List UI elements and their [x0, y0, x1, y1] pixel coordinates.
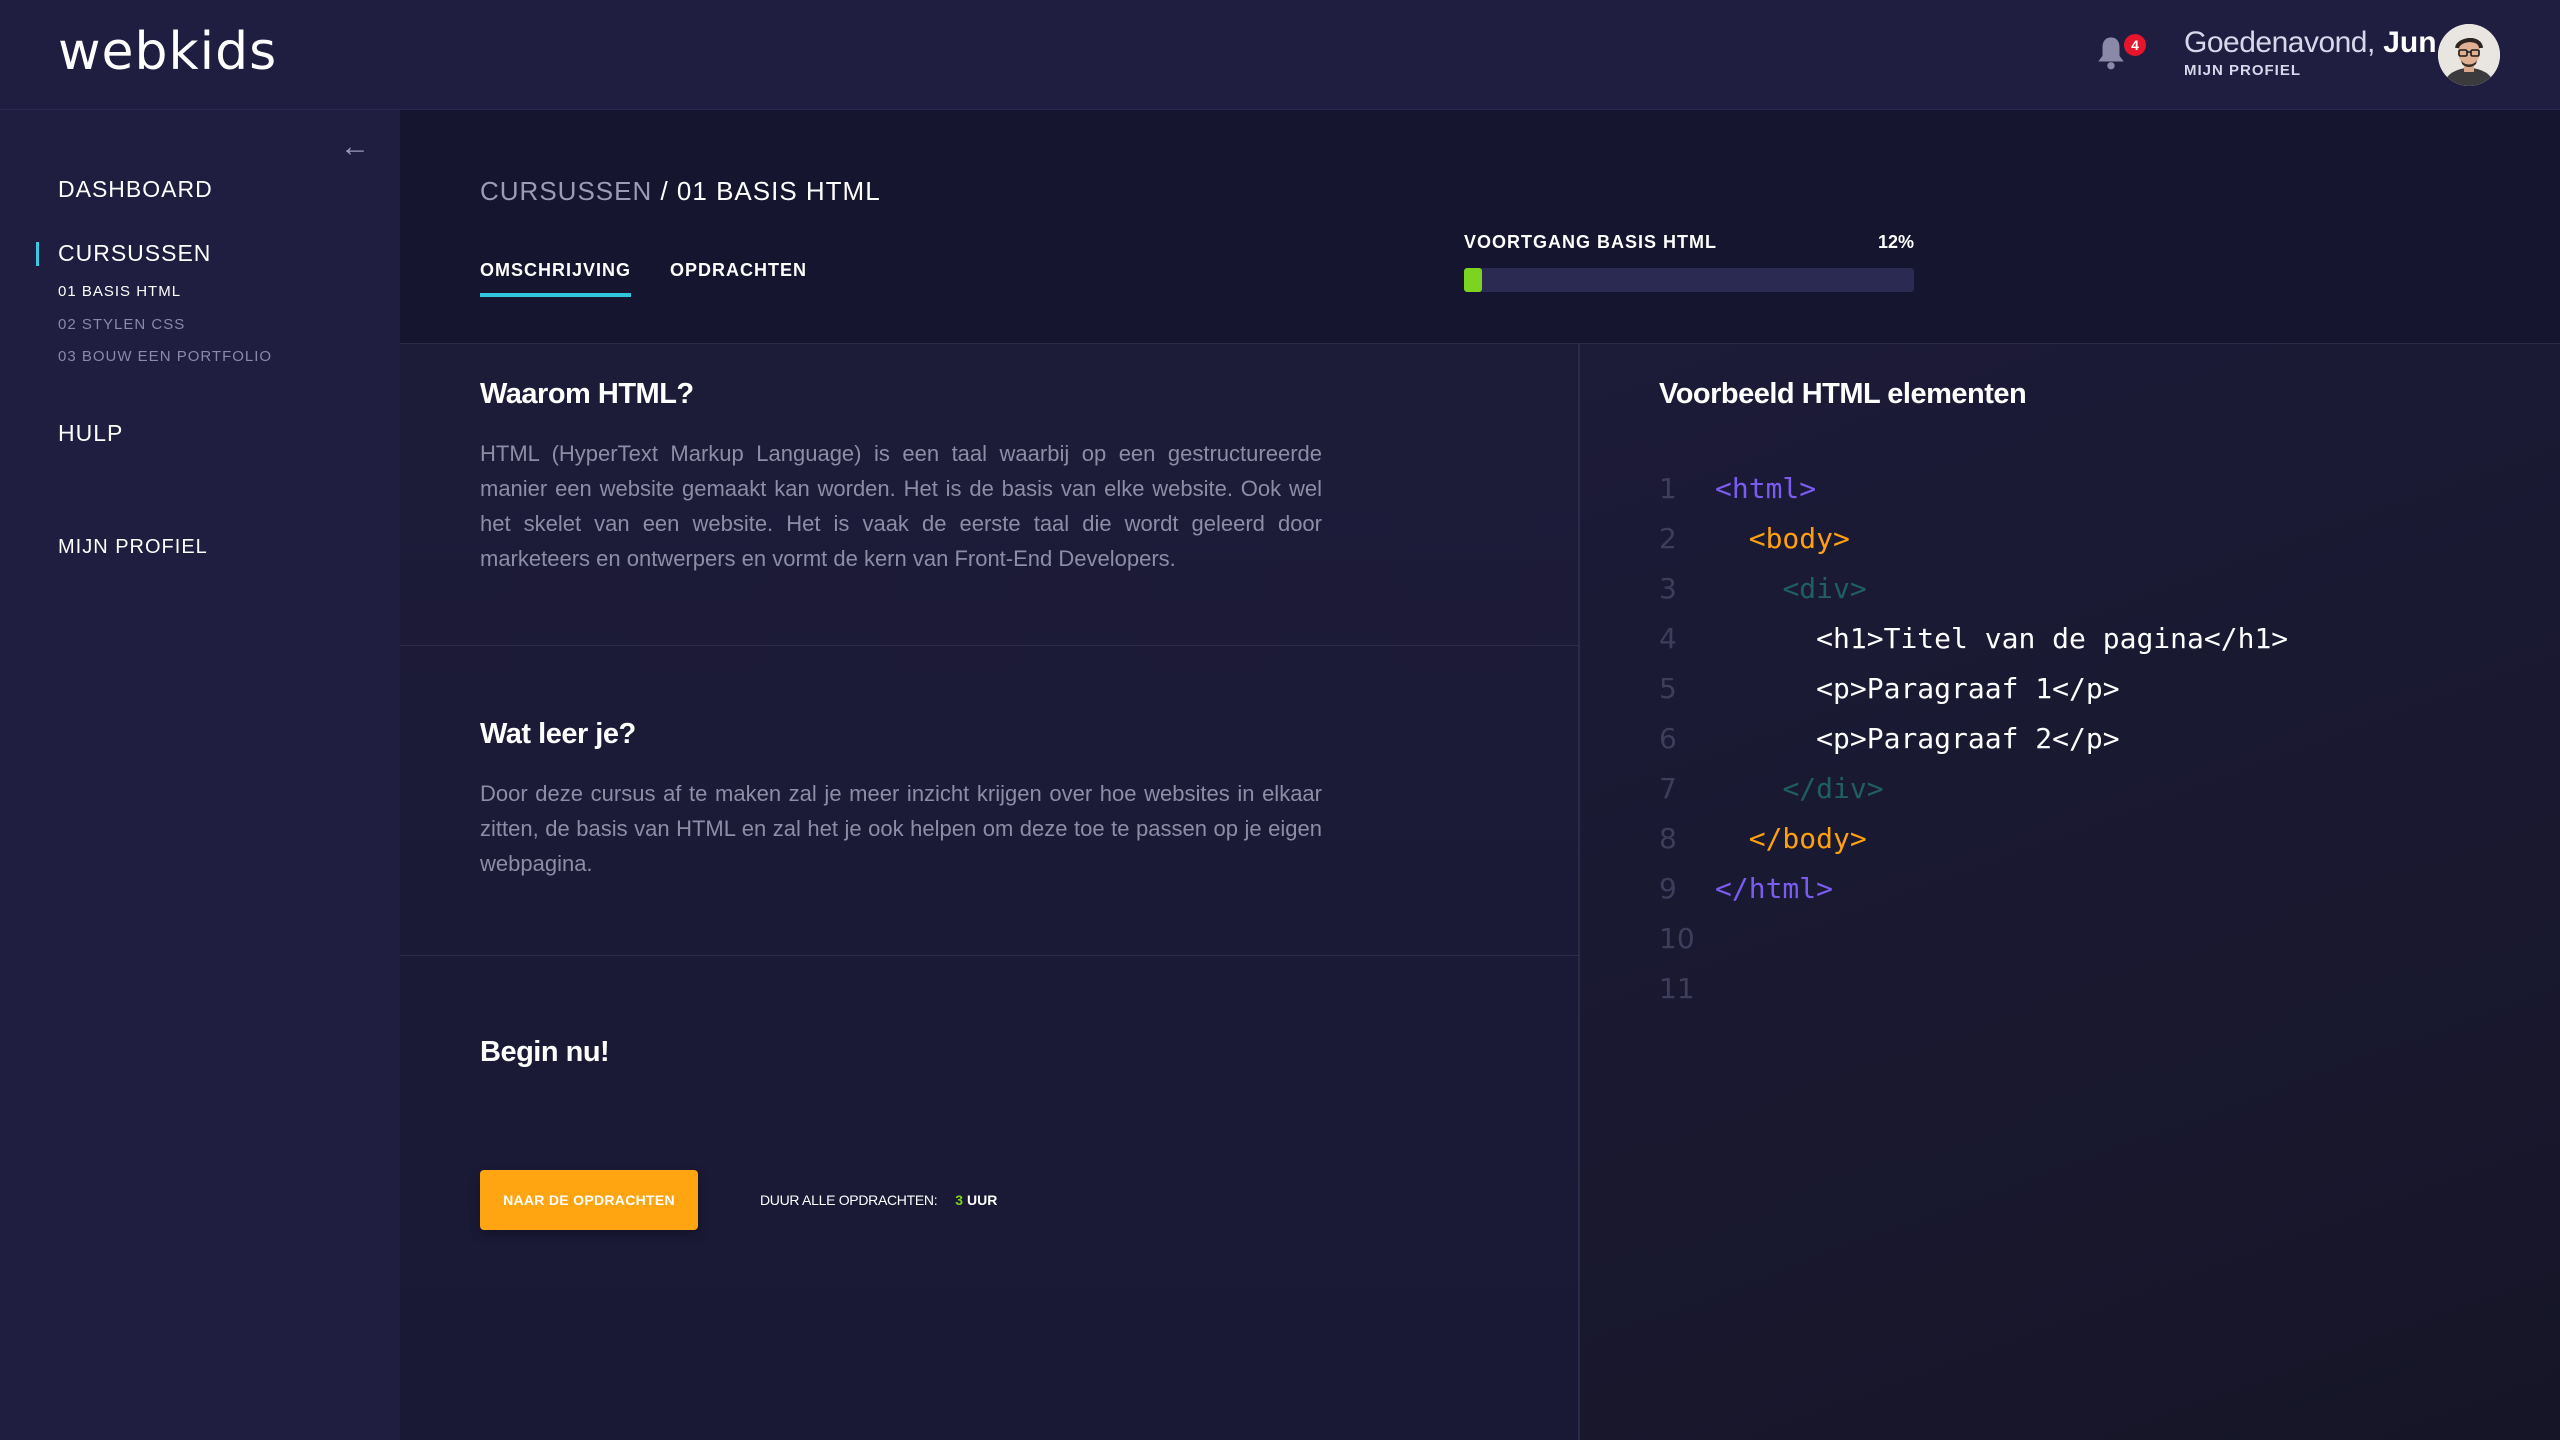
section-title: Wat leer je? — [480, 718, 636, 750]
sidebar-subitem-stylen-css[interactable]: 02 STYLEN CSS — [58, 316, 185, 333]
code-panel-title: Voorbeeld HTML elementen — [1659, 378, 2027, 410]
section-begin-nu: Begin nu! NAAR DE OPDRACHTEN DUUR ALLE O… — [400, 956, 1580, 1440]
section-title: Waarom HTML? — [480, 378, 694, 410]
section-title: Begin nu! — [480, 1036, 610, 1068]
progress-bar — [1464, 268, 1914, 292]
line-number: 6 — [1659, 722, 1677, 755]
breadcrumb-separator: / — [652, 176, 677, 206]
section-wat-leer-je: Wat leer je? Door deze cursus af te make… — [400, 646, 1580, 956]
code-text: <p>Paragraaf 1</p> — [1816, 672, 2120, 705]
course-description: Waarom HTML? HTML (HyperText Markup Lang… — [400, 344, 1580, 1440]
section-waarom-html: Waarom HTML? HTML (HyperText Markup Lang… — [400, 344, 1580, 646]
notification-bell-icon[interactable] — [2094, 34, 2128, 72]
sidebar-item-mijn-profiel[interactable]: MIJN PROFIEL — [58, 536, 208, 559]
code-line: 10 — [1659, 914, 2288, 964]
code-example-panel: Voorbeeld HTML elementen 1 <html> 2 <body>… — [1580, 344, 2560, 1440]
code-line: 5 <p>Paragraaf 1</p> — [1659, 664, 2288, 714]
arrow-left-icon[interactable]: ← — [340, 130, 370, 164]
duration-unit: UUR — [966, 1192, 998, 1208]
code-text: </body> — [1748, 822, 1867, 855]
duration-value: 3 — [955, 1192, 964, 1208]
line-number: 7 — [1659, 772, 1677, 805]
code-text: <html> — [1715, 472, 1817, 505]
webkids-logo[interactable]: webkids — [58, 22, 277, 82]
progress-label: VOORTGANG BASIS HTML — [1464, 232, 1717, 252]
line-number: 9 — [1659, 872, 1677, 905]
user-name: Jun — [2383, 26, 2437, 59]
code-text: </html> — [1715, 872, 1834, 905]
code-text: <p>Paragraaf 2</p> — [1816, 722, 2120, 755]
breadcrumb-current: 01 BASIS HTML — [676, 176, 881, 206]
code-text: <div> — [1782, 572, 1867, 605]
line-number: 10 — [1659, 922, 1695, 955]
line-number: 11 — [1659, 972, 1695, 1005]
sidebar: ← DASHBOARD CURSUSSEN 01 BASIS HTML 02 S… — [0, 110, 400, 1440]
section-text: Door deze cursus af te maken zal je meer… — [480, 781, 1322, 876]
code-line: 4 <h1>Titel van de pagina</h1> — [1659, 614, 2288, 664]
progress-percent: 12% — [1877, 232, 1914, 252]
tab-opdrachten[interactable]: OPDRACHTEN — [670, 260, 807, 293]
active-indicator — [36, 242, 39, 266]
greeting-text: Goedenavond, — [2184, 26, 2375, 59]
progress-bar-fill — [1464, 268, 1482, 292]
code-text: </div> — [1782, 772, 1884, 805]
breadcrumb: CURSUSSEN / 01 BASIS HTML — [480, 176, 881, 207]
code-block: 1 <html> 2 <body> 3 <div> 4 <h1>Titel van de… — [1659, 464, 2288, 1014]
code-text: <h1>Titel van de pagina</h1> — [1816, 622, 2289, 655]
top-bar: webkids 4 Goedenavond, Jun MIJN PROFIEL — [0, 0, 2560, 110]
greeting: Goedenavond, Jun — [2184, 26, 2437, 60]
course-header: CURSUSSEN / 01 BASIS HTML OMSCHRIJVING O… — [400, 110, 2560, 344]
line-number: 8 — [1659, 822, 1677, 855]
line-number: 5 — [1659, 672, 1677, 705]
duration-info: DUUR ALLE OPDRACHTEN: 3 UUR — [760, 1192, 997, 1208]
code-line: 11 — [1659, 964, 2288, 1014]
code-line: 7 </div> — [1659, 764, 2288, 814]
tab-omschrijving[interactable]: OMSCHRIJVING — [480, 260, 632, 297]
code-text: <body> — [1748, 522, 1850, 555]
section-text: HTML (HyperText Markup Language) is een … — [480, 441, 1322, 571]
sidebar-item-cursussen[interactable]: CURSUSSEN — [58, 240, 211, 267]
avatar[interactable] — [2438, 24, 2500, 86]
sidebar-subitem-basis-html[interactable]: 01 BASIS HTML — [58, 283, 181, 300]
code-line: 8 </body> — [1659, 814, 2288, 864]
code-line: 3 <div> — [1659, 564, 2288, 614]
code-line: 6 <p>Paragraaf 2</p> — [1659, 714, 2288, 764]
line-number: 1 — [1659, 472, 1677, 505]
notification-badge: 4 — [2124, 34, 2146, 56]
naar-opdrachten-button[interactable]: NAAR DE OPDRACHTEN — [480, 1170, 698, 1230]
code-line: 2 <body> — [1659, 514, 2288, 564]
breadcrumb-parent[interactable]: CURSUSSEN — [480, 176, 652, 206]
line-number: 2 — [1659, 522, 1677, 555]
sidebar-subitem-bouw-portfolio[interactable]: 03 BOUW EEN PORTFOLIO — [58, 348, 272, 365]
sidebar-item-hulp[interactable]: HULP — [58, 420, 123, 447]
user-avatar-icon — [2438, 24, 2500, 86]
duration-label: DUUR ALLE OPDRACHTEN: — [760, 1192, 938, 1208]
code-line: 1 <html> — [1659, 464, 2288, 514]
profile-link[interactable]: MIJN PROFIEL — [2184, 62, 2301, 79]
code-line: 9 </html> — [1659, 864, 2288, 914]
line-number: 4 — [1659, 622, 1677, 655]
sidebar-item-dashboard[interactable]: DASHBOARD — [58, 176, 213, 203]
line-number: 3 — [1659, 572, 1677, 605]
